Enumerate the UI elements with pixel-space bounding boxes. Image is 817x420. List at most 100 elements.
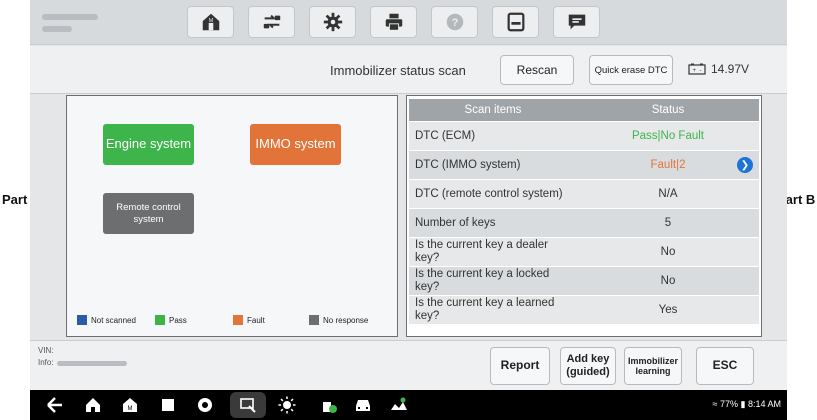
system-topology-panel: Engine system IMMO system Remote control… [66, 95, 398, 337]
engine-system-button[interactable]: Engine system [103, 124, 194, 165]
legend-no-response: No response [309, 315, 368, 325]
status-legend: Not scanned Pass Fault No response [77, 315, 389, 327]
vehicle-info: VIN: Info: [38, 345, 127, 369]
save-icon [507, 12, 524, 32]
message-button[interactable] [553, 6, 600, 38]
vehicle-swap-icon [263, 14, 280, 29]
legend-swatch [155, 315, 165, 325]
legend-swatch [309, 315, 319, 325]
home-button[interactable]: M [187, 6, 234, 38]
scan-results-table: Scan items Status DTC (ECM) Pass|No Faul… [409, 98, 759, 325]
battery-voltage-value: 14.97V [711, 62, 750, 76]
legend-label: Not scanned [91, 315, 136, 325]
table-row: Is the current key a learned key? Yes [409, 296, 759, 324]
print-icon [385, 13, 402, 31]
add-key-guided-button[interactable]: Add key (guided) [560, 347, 616, 385]
immobilizer-learning-button[interactable]: Immobilizer learning [624, 347, 682, 385]
status-cell: N/A [577, 180, 759, 208]
tablet-screen: M ? Immobilizer status scan Rescan Quick… [30, 0, 787, 420]
quick-erase-dtc-button[interactable]: Quick erase DTC [589, 55, 673, 85]
wifi-icon: ≈ [712, 399, 718, 409]
esc-button[interactable]: ESC [696, 347, 754, 385]
home-icon[interactable] [84, 396, 102, 414]
svg-text:+: + [693, 68, 697, 74]
scan-item-cell: Is the current key a learned key? [409, 296, 577, 324]
brightness-icon[interactable] [278, 396, 296, 414]
legend-label: Fault [247, 315, 265, 325]
status-cell: No [577, 267, 759, 295]
svg-text:M: M [128, 406, 133, 412]
battery-voltage-indicator: + - 14.97V [688, 62, 749, 76]
battery-icon: ▮ [740, 399, 746, 409]
remote-expert-icon[interactable] [390, 396, 408, 414]
scan-item-cell: Is the current key a locked key? [409, 267, 577, 295]
rescan-button[interactable]: Rescan [500, 55, 574, 85]
vehicle-name-blur [42, 14, 98, 20]
vci-connection-icon[interactable] [320, 396, 338, 414]
scan-results-panel: Scan items Status DTC (ECM) Pass|No Faul… [406, 95, 762, 337]
status-cell: Yes [577, 296, 759, 324]
autel-home-icon[interactable]: M [121, 396, 139, 414]
status-cell: No [577, 238, 759, 266]
message-icon [568, 14, 585, 30]
vehicle-swap-button[interactable] [248, 6, 295, 38]
scan-item-cell: Is the current key a dealer key? [409, 238, 577, 266]
settings-button[interactable] [309, 6, 356, 38]
help-icon: ? [446, 13, 463, 31]
system-navigation-bar: M ≈ 77% ▮ 8:14 AM [30, 390, 787, 420]
table-row: Number of keys 5 [409, 209, 759, 237]
status-row: Immobilizer status scan Rescan Quick era… [30, 46, 787, 94]
info-value-blur [56, 360, 127, 366]
status-cell: 5 [577, 209, 759, 237]
browser-icon[interactable] [196, 396, 214, 414]
home-icon: M [202, 13, 219, 31]
bottom-action-bar: VIN: Info: Report Add key (guided) Immob… [30, 340, 787, 390]
table-row[interactable]: DTC (IMMO system) Fault|2 ❯ [409, 151, 759, 179]
report-button[interactable]: Report [490, 347, 550, 385]
table-row: DTC (ECM) Pass|No Fault [409, 122, 759, 150]
table-row: Is the current key a dealer key? No [409, 238, 759, 266]
car-battery-icon: + - [688, 63, 706, 75]
status-cell[interactable]: Fault|2 ❯ [577, 151, 759, 179]
legend-swatch [77, 315, 87, 325]
info-label: Info: [38, 358, 54, 367]
settings-icon [323, 12, 342, 32]
page-title: Immobilizer status scan [330, 63, 466, 78]
table-header-row: Scan items Status [409, 99, 759, 121]
recent-apps-icon[interactable] [159, 396, 177, 414]
scan-item-cell: DTC (remote control system) [409, 180, 577, 208]
print-button[interactable] [370, 6, 417, 38]
svg-text:?: ? [451, 17, 458, 29]
scan-item-cell: DTC (ECM) [409, 122, 577, 150]
legend-label: No response [323, 315, 369, 325]
vin-label: VIN: [38, 346, 54, 355]
legend-not-scanned: Not scanned [77, 315, 136, 325]
legend-pass: Pass [155, 315, 187, 325]
info-line: Info: [38, 357, 127, 369]
column-header-status: Status [577, 99, 759, 121]
help-button[interactable]: ? [431, 6, 478, 38]
column-header-scan-items: Scan items [409, 99, 577, 121]
remote-control-system-button[interactable]: Remote control system [103, 193, 194, 234]
save-button[interactable] [492, 6, 539, 38]
status-cell: Pass|No Fault [577, 122, 759, 150]
back-icon[interactable] [46, 396, 64, 414]
vehicle-year-blur [42, 26, 72, 32]
svg-text:-: - [700, 68, 702, 74]
vehicle-icon[interactable] [354, 396, 372, 414]
battery-percent: 77% [719, 399, 738, 409]
scan-item-cell: DTC (IMMO system) [409, 151, 577, 179]
screen-switch-icon[interactable] [239, 396, 257, 414]
legend-label: Pass [169, 315, 187, 325]
scan-item-cell: Number of keys [409, 209, 577, 237]
status-bar: ≈ 77% ▮ 8:14 AM [713, 399, 782, 410]
legend-swatch [233, 315, 243, 325]
chevron-right-icon[interactable]: ❯ [737, 157, 753, 173]
immo-system-button[interactable]: IMMO system [250, 124, 341, 165]
legend-fault: Fault [233, 315, 265, 325]
top-toolbar: M ? [30, 0, 787, 45]
status-value: Fault|2 [650, 159, 686, 171]
clock-time: 8:14 AM [747, 399, 781, 409]
table-row: DTC (remote control system) N/A [409, 180, 759, 208]
svg-text:M: M [208, 18, 213, 24]
